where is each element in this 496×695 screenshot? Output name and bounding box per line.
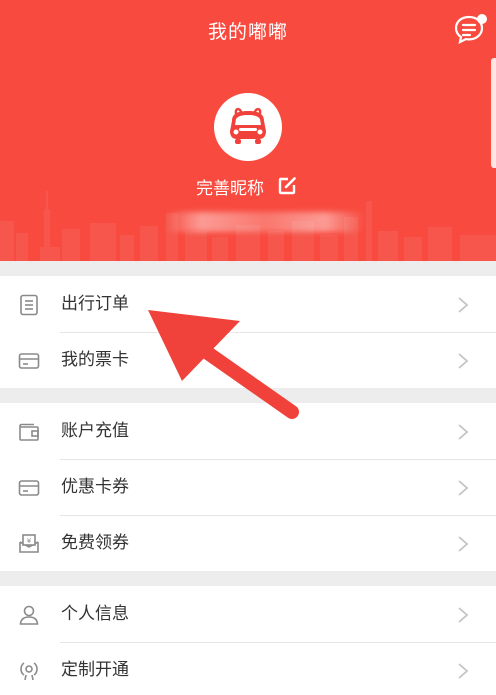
profile-header: 我的嘟嘟 完善昵称 [0, 0, 496, 261]
chevron-right-icon [458, 353, 469, 369]
blurred-phone-number [165, 212, 365, 232]
order-list-icon [20, 294, 38, 316]
menu-item-trip-orders[interactable]: 出行订单 [0, 276, 496, 332]
section-divider [0, 388, 496, 403]
menu-item-personal-info[interactable]: 个人信息 [0, 586, 496, 642]
nickname-label: 完善昵称 [196, 178, 264, 199]
wallet-icon [19, 423, 39, 441]
chevron-right-icon [458, 297, 469, 313]
page-title: 我的嘟嘟 [207, 21, 288, 43]
chat-bubble-icon[interactable] [454, 13, 488, 45]
menu-item-label: 免费领券 [61, 533, 129, 553]
menu-item-coupons[interactable]: 优惠卡券 [0, 459, 496, 515]
menu-item-label: 我的票卡 [61, 350, 129, 370]
chevron-right-icon [458, 536, 469, 552]
menu-item-label: 出行订单 [61, 294, 129, 314]
edit-icon [278, 177, 296, 195]
bus-mascot-icon [230, 107, 266, 144]
chevron-right-icon [458, 424, 469, 440]
section-divider [0, 571, 496, 586]
coupon-card-icon [18, 480, 40, 496]
menu-item-free-coupons[interactable]: ¥ 免费领券 [0, 515, 496, 571]
menu-item-label: 优惠卡券 [61, 477, 129, 497]
menu-item-account-recharge[interactable]: 账户充值 [0, 403, 496, 459]
chevron-right-icon [458, 480, 469, 496]
menu-item-custom-service[interactable]: 定制开通 [0, 642, 496, 695]
avatar[interactable] [214, 93, 282, 161]
chevron-right-icon [458, 663, 469, 679]
menu-item-label: 定制开通 [61, 660, 129, 680]
menu-group-personal: 个人信息 定制开通 [0, 586, 496, 695]
custom-route-icon [20, 662, 38, 681]
menu-group-orders: 出行订单 我的票卡 [0, 276, 496, 388]
ticket-card-icon [18, 353, 40, 369]
menu-item-label: 账户充值 [61, 421, 129, 441]
menu-item-my-tickets[interactable]: 我的票卡 [0, 332, 496, 388]
city-skyline-background [0, 191, 496, 261]
scroll-indicator [491, 58, 496, 168]
menu-item-label: 个人信息 [61, 604, 129, 624]
free-coupon-icon: ¥ [19, 534, 39, 553]
section-divider [0, 261, 496, 276]
chevron-right-icon [458, 607, 469, 623]
menu-group-wallet: 账户充值 优惠卡券 ¥ 免费领券 [0, 403, 496, 571]
person-icon [19, 605, 39, 625]
svg-text:¥: ¥ [27, 537, 32, 545]
nickname-edit[interactable]: 完善昵称 [196, 172, 297, 200]
